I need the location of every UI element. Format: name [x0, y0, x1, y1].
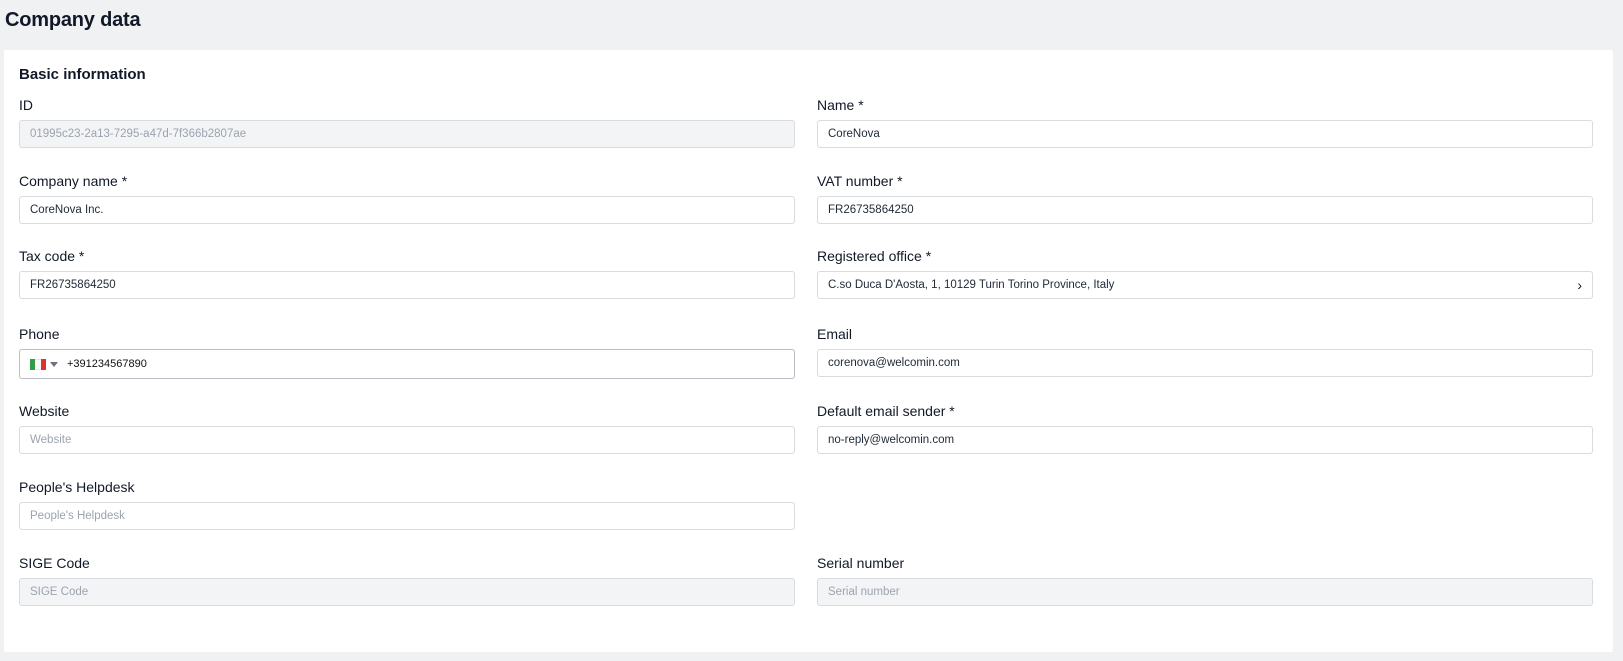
- registered-office-select[interactable]: C.so Duca D'Aosta, 1, 10129 Turin Torino…: [817, 271, 1593, 299]
- vat-number-field-group: VAT number * FR26735864250: [817, 172, 1593, 224]
- tax-code-field-group: Tax code * FR26735864250: [19, 247, 795, 299]
- id-field-group: ID 01995c23-2a13-7295-a47d-7f366b2807ae: [19, 96, 795, 148]
- id-label: ID: [19, 97, 33, 113]
- tax-code-value: FR26735864250: [30, 279, 116, 291]
- default-email-sender-label: Default email sender *: [817, 403, 955, 419]
- vat-number-value: FR26735864250: [828, 204, 914, 216]
- email-value: corenova@welcomin.com: [828, 357, 960, 369]
- website-placeholder: Website: [30, 434, 72, 446]
- tax-code-label: Tax code *: [19, 248, 85, 264]
- phone-value: +391234567890: [67, 358, 147, 370]
- phone-field-group: Phone +391234567890: [19, 325, 795, 379]
- registered-office-field-group: Registered office * C.so Duca D'Aosta, 1…: [817, 247, 1593, 299]
- company-name-value: CoreNova Inc.: [30, 204, 104, 216]
- sige-code-label: SIGE Code: [19, 555, 90, 571]
- name-input[interactable]: CoreNova: [817, 120, 1593, 148]
- peoples-helpdesk-input[interactable]: People's Helpdesk: [19, 502, 795, 530]
- name-label: Name *: [817, 97, 864, 113]
- peoples-helpdesk-placeholder: People's Helpdesk: [30, 510, 125, 522]
- chevron-right-icon[interactable]: ›: [1577, 277, 1582, 293]
- peoples-helpdesk-label: People's Helpdesk: [19, 479, 135, 495]
- page-title: Company data: [5, 9, 141, 31]
- default-email-sender-field-group: Default email sender * no-reply@welcomin…: [817, 402, 1593, 454]
- section-title: Basic information: [19, 66, 146, 83]
- company-name-label: Company name *: [19, 173, 128, 189]
- vat-number-label: VAT number *: [817, 173, 903, 189]
- serial-number-input[interactable]: Serial number: [817, 578, 1593, 606]
- email-field-group: Email corenova@welcomin.com: [817, 325, 1593, 377]
- serial-number-placeholder: Serial number: [828, 586, 900, 598]
- registered-office-label: Registered office *: [817, 248, 932, 264]
- sige-code-field-group: SIGE Code SIGE Code: [19, 554, 795, 606]
- default-email-sender-input[interactable]: no-reply@welcomin.com: [817, 426, 1593, 454]
- sige-code-input[interactable]: SIGE Code: [19, 578, 795, 606]
- basic-information-card: Basic information ID 01995c23-2a13-7295-…: [4, 50, 1613, 652]
- tax-code-input[interactable]: FR26735864250: [19, 271, 795, 299]
- name-field-group: Name * CoreNova: [817, 96, 1593, 148]
- default-email-sender-value: no-reply@welcomin.com: [828, 434, 955, 446]
- sige-code-placeholder: SIGE Code: [30, 586, 89, 598]
- country-caret-icon[interactable]: [50, 361, 58, 367]
- website-label: Website: [19, 403, 70, 419]
- serial-number-field-group: Serial number Serial number: [817, 554, 1593, 606]
- website-field-group: Website Website: [19, 402, 795, 454]
- company-name-input[interactable]: CoreNova Inc.: [19, 196, 795, 224]
- email-label: Email: [817, 326, 853, 342]
- id-value: 01995c23-2a13-7295-a47d-7f366b2807ae: [30, 128, 247, 140]
- vat-number-input[interactable]: FR26735864250: [817, 196, 1593, 224]
- email-input[interactable]: corenova@welcomin.com: [817, 349, 1593, 377]
- phone-input[interactable]: +391234567890: [19, 349, 795, 379]
- id-input[interactable]: 01995c23-2a13-7295-a47d-7f366b2807ae: [19, 120, 795, 148]
- italy-flag-icon[interactable]: [30, 358, 46, 370]
- peoples-helpdesk-field-group: People's Helpdesk People's Helpdesk: [19, 478, 795, 530]
- website-input[interactable]: Website: [19, 426, 795, 454]
- registered-office-value: C.so Duca D'Aosta, 1, 10129 Turin Torino…: [828, 279, 1115, 291]
- phone-label: Phone: [19, 326, 60, 342]
- name-value: CoreNova: [828, 128, 880, 140]
- company-name-field-group: Company name * CoreNova Inc.: [19, 172, 795, 224]
- serial-number-label: Serial number: [817, 555, 905, 571]
